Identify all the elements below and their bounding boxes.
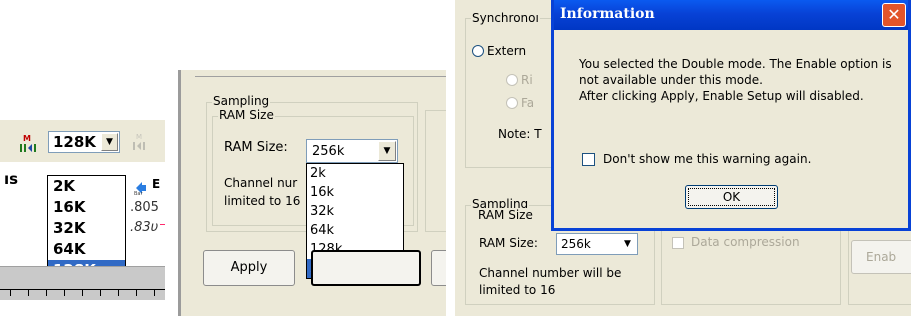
- dont-show-again-checkbox[interactable]: [582, 153, 595, 166]
- ruler-tick: [28, 289, 29, 296]
- ri-radio[interactable]: [506, 74, 518, 86]
- zoom-icon[interactable]: Bar E: [132, 176, 162, 196]
- readout-value: .83υ: [130, 220, 159, 235]
- ruler-tick: [136, 289, 137, 296]
- dropdown-option[interactable]: 2K: [48, 176, 125, 197]
- external-radio-label: Extern: [487, 44, 527, 58]
- buffer-size-value: 128K: [53, 133, 96, 151]
- trigger-icon[interactable]: M: [18, 132, 40, 154]
- chevron-down-icon[interactable]: ▼: [378, 141, 396, 161]
- synchronous-group-label: Synchronoı: [471, 11, 540, 25]
- information-dialog: Information ✕ You selected the Double mo…: [551, 0, 911, 231]
- toolbar: M 128K ▼ M: [0, 120, 165, 162]
- dont-show-again-label: Don't show me this warning again.: [603, 152, 812, 166]
- information-dialog-panel: Synchronoı Extern Ri Fa Note: T Sampling…: [455, 0, 911, 316]
- ram-size-value: 256k: [561, 237, 591, 251]
- default-button[interactable]: [311, 250, 421, 286]
- svg-text:Bar: Bar: [134, 191, 143, 196]
- data-compression-label: Data compression: [691, 235, 800, 249]
- dialog-message: You selected the Double mode. The Enable…: [579, 57, 892, 71]
- dropdown-option[interactable]: 64K: [48, 239, 125, 260]
- dialog-message: After clicking Apply, Enable Setup will …: [579, 89, 864, 103]
- dropdown-option[interactable]: 16K: [48, 197, 125, 218]
- enable-button[interactable]: Enab: [851, 240, 911, 274]
- dialog-message: not available under this mode.: [579, 73, 763, 87]
- channel-note: Channel nur: [224, 176, 298, 190]
- ruler-tick: [64, 289, 65, 296]
- dropdown-option[interactable]: 32K: [48, 218, 125, 239]
- cancel-button[interactable]: [431, 250, 446, 286]
- apply-button[interactable]: Apply: [203, 250, 295, 286]
- divider: [195, 76, 446, 77]
- dropdown-option[interactable]: 16k: [307, 183, 403, 202]
- channel-note: limited to 16: [479, 283, 556, 297]
- channel-note: Channel number will be: [479, 266, 622, 280]
- ri-radio-label: Ri: [521, 73, 533, 87]
- data-compression-checkbox[interactable]: [672, 237, 684, 249]
- toolbar-panel: M 128K ▼ M ıs 2K 16K 32K 64K 128K Bar E …: [0, 120, 165, 306]
- close-icon[interactable]: ✕: [882, 3, 906, 27]
- svg-text:M: M: [23, 134, 31, 143]
- ram-size-select[interactable]: 256k ▼: [556, 233, 638, 255]
- svg-text:E: E: [152, 177, 160, 191]
- readout-value: .805: [130, 200, 159, 215]
- ram-size-group-label: RAM Size: [218, 108, 275, 122]
- ruler-tick: [46, 289, 47, 296]
- dialog-titlebar[interactable]: Information ✕: [554, 0, 908, 30]
- fa-radio[interactable]: [506, 97, 518, 109]
- ruler-tick: [82, 289, 83, 296]
- ram-size-select[interactable]: 256k ▼: [306, 139, 398, 163]
- ruler-tick: [100, 289, 101, 296]
- buffer-size-select[interactable]: 128K ▼: [48, 131, 120, 153]
- ruler-tick: [154, 289, 155, 296]
- timeline-ruler: [0, 266, 165, 300]
- truncated-label: ıs: [4, 170, 19, 188]
- ruler-tick: [10, 289, 11, 296]
- sync-note: Note: T: [498, 127, 542, 141]
- sampling-settings-panel: Sampling RAM Size RAM Size: 256k ▼ Chann…: [178, 70, 446, 316]
- ram-size-group-label: RAM Size: [477, 208, 534, 222]
- fa-radio-label: Fa: [521, 96, 535, 110]
- marker-line: [160, 224, 165, 225]
- dropdown-option[interactable]: 64k: [307, 221, 403, 240]
- dropdown-option[interactable]: 32k: [307, 202, 403, 221]
- dropdown-option[interactable]: 2k: [307, 164, 403, 183]
- ruler-tick: [118, 289, 119, 296]
- ram-size-value: 256k: [312, 144, 345, 159]
- dialog-title: Information: [560, 6, 655, 22]
- focus-ring: [688, 188, 775, 206]
- channel-note: limited to 16: [224, 194, 301, 208]
- sampling-group-label: Sampling: [212, 94, 271, 108]
- chevron-down-icon[interactable]: ▼: [101, 133, 118, 151]
- ram-size-label: RAM Size:: [224, 140, 288, 155]
- adjacent-group: [425, 110, 446, 232]
- ram-size-label: RAM Size:: [479, 236, 538, 250]
- chevron-down-icon[interactable]: ▼: [619, 235, 636, 253]
- step-icon[interactable]: M: [132, 131, 150, 153]
- external-radio[interactable]: [472, 45, 484, 57]
- svg-text:M: M: [136, 133, 142, 141]
